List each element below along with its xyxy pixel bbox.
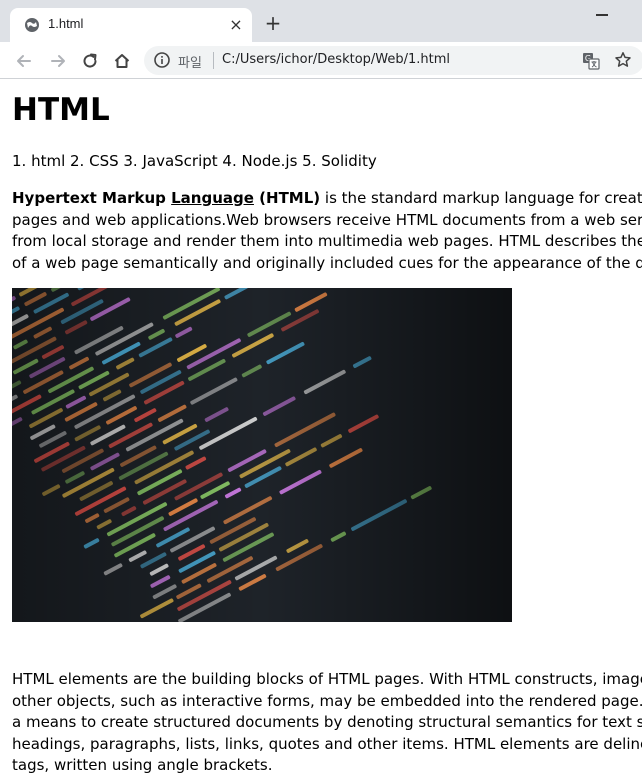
scheme-label: 파일 [178, 56, 202, 71]
tech-list-line: 1. html 2. CSS 3. JavaScript 4. Node.js … [12, 151, 642, 173]
close-icon[interactable]: × [228, 17, 244, 33]
web-page-viewport: HTML 1. html 2. CSS 3. JavaScript 4. Nod… [0, 80, 642, 779]
home-button[interactable] [112, 51, 132, 71]
tab-strip: 1.html × + [0, 0, 642, 42]
star-icon[interactable] [614, 51, 632, 69]
intro-language-underlined: Language [171, 189, 254, 207]
url-text[interactable]: C:/Users/ichor/Desktop/Web/1.html [222, 52, 450, 67]
intro-bold-tail: (HTML) [253, 189, 321, 207]
arrow-right-icon [51, 55, 65, 67]
translate-icon[interactable]: G [582, 52, 600, 70]
forward-button[interactable] [48, 51, 68, 71]
intro-line-1: Hypertext Markup Language (HTML) is the … [12, 188, 642, 210]
back-button[interactable] [14, 51, 34, 71]
outro-line-5: tags, written using angle brackets. [12, 756, 273, 774]
new-tab-button[interactable]: + [264, 13, 282, 33]
reload-button[interactable] [80, 51, 100, 71]
home-icon [114, 54, 130, 68]
tech-list-text: 1. html 2. CSS 3. JavaScript 4. Node.js … [12, 152, 377, 170]
outro-line-2: other objects, such as interactive forms… [12, 691, 642, 710]
omnibox-separator [213, 52, 214, 69]
globe-icon [25, 18, 39, 32]
outro-line-4: headings, paragraphs, lists, links, quot… [12, 734, 642, 753]
arrow-left-icon [17, 55, 31, 67]
info-icon[interactable] [154, 52, 170, 68]
code-screenshot-graphic [12, 288, 512, 622]
intro-line-2: pages and web applications.Web browsers … [12, 210, 642, 229]
intro-line-1-rest: is the standard markup language for crea… [324, 189, 642, 207]
browser-tab[interactable]: 1.html × [10, 8, 252, 42]
intro-paragraph: Hypertext Markup Language (HTML) is the … [12, 188, 642, 274]
page-heading: HTML [12, 92, 110, 128]
tab-title: 1.html [48, 16, 84, 31]
outro-paragraph: HTML elements are the building blocks of… [12, 669, 642, 777]
outro-line-3: a means to create structured documents b… [12, 713, 642, 731]
code-editor-image [12, 288, 512, 622]
intro-bold-lead: Hypertext Markup [12, 189, 172, 207]
outro-line-1: HTML elements are the building blocks of… [12, 670, 642, 688]
minimize-button[interactable] [596, 14, 608, 16]
address-bar[interactable]: 파일 C:/Users/ichor/Desktop/Web/1.html G [144, 46, 642, 75]
reload-icon [83, 53, 97, 68]
browser-toolbar: 파일 C:/Users/ichor/Desktop/Web/1.html G [0, 42, 642, 79]
intro-line-3: from local storage and render them into … [12, 232, 642, 250]
intro-line-4: of a web page semantically and originall… [12, 253, 642, 272]
